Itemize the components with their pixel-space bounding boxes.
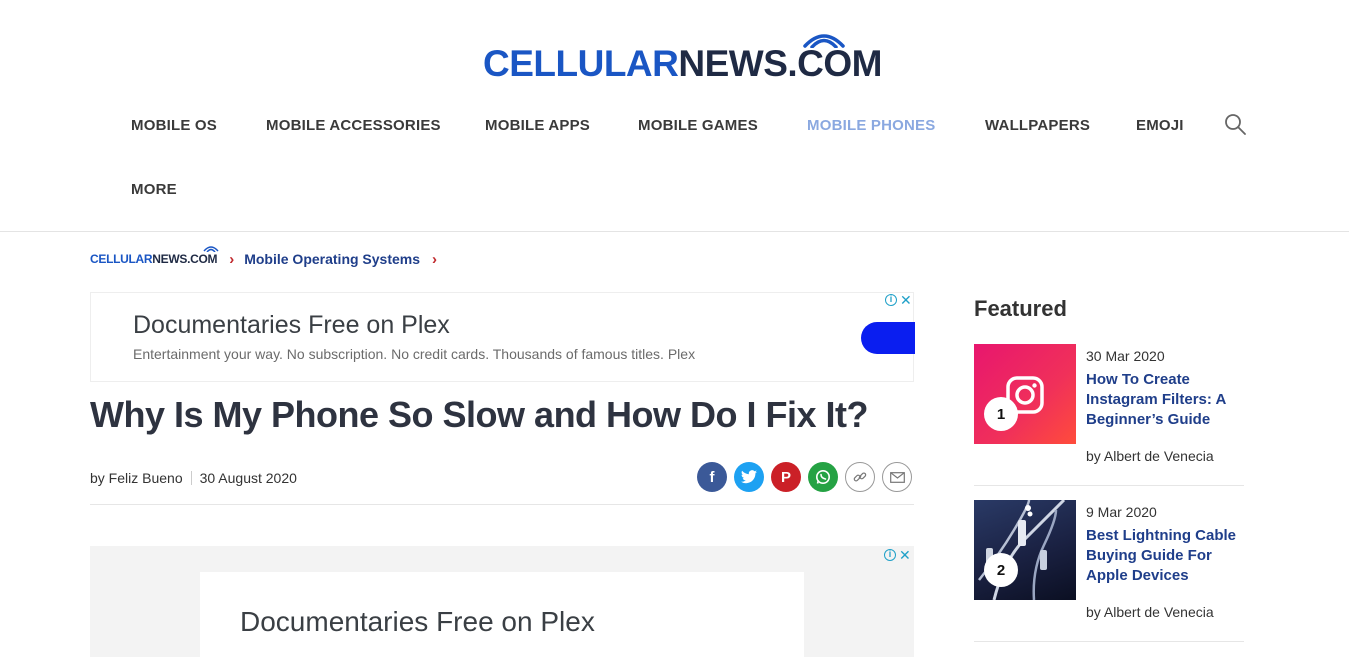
share-buttons: f P — [697, 462, 912, 492]
breadcrumb: CELLULARNEWS.COM › Mobile Operating Syst… — [90, 246, 447, 272]
nav-item-wallpapers[interactable]: WALLPAPERS — [985, 117, 1090, 134]
nav-item-mobile-phones[interactable]: MOBILE PHONES — [807, 117, 935, 134]
byline: by Feliz Bueno 30 August 2020 — [90, 470, 297, 486]
ad-choices[interactable]: i ✕ — [885, 293, 912, 307]
ad-card[interactable]: Documentaries Free on Plex — [200, 572, 804, 657]
card-date: 9 Mar 2020 — [1086, 504, 1157, 520]
nav-item-mobile-apps[interactable]: MOBILE APPS — [485, 117, 590, 134]
byline-divider — [190, 471, 192, 485]
ad-info-icon[interactable]: i — [884, 549, 896, 561]
ad-banner-top[interactable]: i ✕ Documentaries Free on Plex Entertain… — [90, 292, 915, 382]
email-icon[interactable] — [882, 462, 912, 492]
card-title-link[interactable]: Best Lightning Cable Buying Guide For Ap… — [1086, 526, 1244, 586]
ad-close-icon[interactable]: ✕ — [899, 548, 911, 562]
article-title: Why Is My Phone So Slow and How Do I Fix… — [90, 394, 869, 435]
ad-title: Documentaries Free on Plex — [240, 606, 595, 637]
link-icon[interactable] — [845, 462, 875, 492]
ad-info-icon[interactable]: i — [885, 294, 897, 306]
signal-waves-icon — [203, 246, 219, 252]
nav-item-mobile-os[interactable]: MOBILE OS — [131, 117, 217, 134]
featured-heading: Featured — [974, 296, 1067, 321]
card-author[interactable]: by Albert de Venecia — [1086, 448, 1214, 464]
rank-badge: 1 — [984, 397, 1018, 431]
nav-item-emoji[interactable]: EMOJI — [1136, 117, 1184, 134]
nav-item-mobile-games[interactable]: MOBILE GAMES — [638, 117, 758, 134]
ad-subtitle: Entertainment your way. No subscription.… — [133, 346, 696, 362]
featured-thumbnail[interactable]: 1 — [974, 344, 1076, 444]
divider — [90, 504, 914, 505]
ad-choices[interactable]: i ✕ — [884, 548, 911, 562]
logo-text-news: NEWS.COM — [678, 43, 882, 84]
breadcrumb-separator: › — [229, 250, 235, 268]
breadcrumb-section-link[interactable]: Mobile Operating Systems — [244, 251, 420, 267]
ad-cta-button[interactable] — [861, 322, 915, 354]
twitter-icon[interactable] — [734, 462, 764, 492]
article-date: 30 August 2020 — [199, 470, 297, 486]
card-title-link[interactable]: How To Create Instagram Filters: A Begin… — [1086, 370, 1244, 430]
article-author[interactable]: by Feliz Bueno — [90, 470, 183, 486]
featured-card: 2 9 Mar 2020 Best Lightning Cable Buying… — [974, 500, 1244, 642]
site-header: CELLULAR NEWS.COM MOBILE OS MOBILE ACCESS… — [0, 0, 1349, 232]
logo-text-cellular: CELLULAR — [483, 43, 679, 84]
breadcrumb-home-part2: NEWS.COM — [152, 252, 218, 266]
breadcrumb-home-part1: CELLULAR — [90, 252, 153, 266]
featured-card: 1 30 Mar 2020 How To Create Instagram Fi… — [974, 344, 1244, 486]
ad-banner-inline[interactable]: i ✕ Documentaries Free on Plex — [90, 546, 914, 657]
breadcrumb-separator: › — [432, 250, 438, 268]
card-date: 30 Mar 2020 — [1086, 348, 1165, 364]
featured-thumbnail[interactable]: 2 — [974, 500, 1076, 600]
breadcrumb-home[interactable]: CELLULARNEWS.COM — [90, 246, 219, 266]
nav-item-mobile-accessories[interactable]: MOBILE ACCESSORIES — [266, 117, 441, 134]
card-author[interactable]: by Albert de Venecia — [1086, 604, 1214, 620]
whatsapp-icon[interactable] — [808, 462, 838, 492]
rank-badge: 2 — [984, 553, 1018, 587]
signal-waves-icon — [803, 34, 845, 48]
ad-title: Documentaries Free on Plex — [133, 311, 450, 339]
pinterest-icon[interactable]: P — [771, 462, 801, 492]
search-icon[interactable] — [1223, 112, 1247, 136]
facebook-icon[interactable]: f — [697, 462, 727, 492]
lightning-cables-image — [978, 500, 1066, 600]
site-logo[interactable]: CELLULAR NEWS.COM — [483, 28, 882, 82]
ad-close-icon[interactable]: ✕ — [900, 293, 912, 307]
nav-item-more[interactable]: MORE — [131, 181, 177, 198]
